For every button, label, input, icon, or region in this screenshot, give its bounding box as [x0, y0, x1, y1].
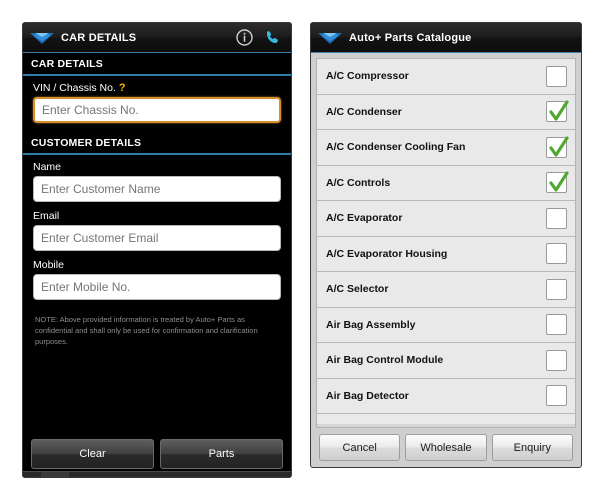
mobile-field-block: Mobile — [23, 253, 291, 302]
name-label: Name — [33, 161, 62, 173]
phone-call-icon[interactable] — [263, 29, 281, 47]
cancel-button[interactable]: Cancel — [319, 434, 401, 461]
list-item[interactable]: A/C Condenser — [317, 94, 575, 130]
left-titlebar-actions — [235, 29, 285, 47]
left-phone-screen: CAR DETAILS CAR DETAILS VIN / Chassis No… — [22, 22, 292, 478]
left-body-spacer — [23, 347, 291, 433]
list-item-label: Air Bag Detector — [326, 389, 409, 402]
vin-label: VIN / Chassis No. — [33, 82, 116, 94]
wholesale-button[interactable]: Wholesale — [405, 434, 487, 461]
list-item[interactable]: Air Bag Control Module — [317, 343, 575, 379]
list-item[interactable]: A/C Condenser Cooling Fan — [317, 130, 575, 166]
right-button-bar: Cancel Wholesale Enquiry — [316, 428, 576, 467]
checkbox-unchecked[interactable] — [546, 349, 567, 371]
clear-button[interactable]: Clear — [31, 439, 154, 469]
info-icon[interactable] — [235, 29, 253, 47]
checkbox-unchecked[interactable] — [546, 207, 567, 229]
checkmark-icon — [549, 100, 569, 121]
bottom-edge-bar — [23, 471, 291, 477]
vin-label-row: VIN / Chassis No. ? — [33, 82, 281, 94]
list-item-label: A/C Evaporator Housing — [326, 247, 448, 260]
checkbox-checked[interactable] — [546, 136, 569, 158]
list-item-label: Air Bag Control Module — [326, 354, 444, 367]
list-item[interactable]: A/C Evaporator Housing — [317, 236, 575, 272]
right-titlebar: Auto+ Parts Catalogue — [311, 23, 581, 53]
name-field-block: Name — [23, 155, 291, 204]
checkbox-unchecked[interactable] — [546, 385, 567, 407]
diamond-car-logo-icon — [317, 29, 343, 47]
right-title-text: Auto+ Parts Catalogue — [349, 31, 472, 44]
list-item-label: A/C Condenser — [326, 105, 402, 118]
list-item[interactable]: A/C Evaporator — [317, 201, 575, 237]
mobile-label: Mobile — [33, 259, 64, 271]
left-titlebar: CAR DETAILS — [23, 23, 291, 53]
checkmark-icon — [549, 171, 569, 192]
vin-input[interactable] — [33, 97, 281, 123]
enquiry-button[interactable]: Enquiry — [491, 434, 573, 461]
list-item-label: A/C Condenser Cooling Fan — [326, 141, 466, 154]
diamond-car-logo-icon — [29, 29, 55, 47]
checkbox-unchecked[interactable] — [546, 65, 567, 87]
customer-name-input[interactable] — [33, 176, 281, 202]
parts-catalogue-list[interactable]: A/C Compressor A/C Condenser A/C Condenser… — [316, 58, 576, 428]
list-item-label: A/C Controls — [326, 176, 391, 189]
list-item[interactable]: A/C Controls — [317, 165, 575, 201]
list-item[interactable]: Air Bag Detector — [317, 378, 575, 414]
bottom-edge-tab — [41, 472, 69, 477]
list-item-label: Air Bag Assembly — [326, 318, 416, 331]
email-label: Email — [33, 210, 60, 222]
left-phone-body: CAR DETAILS VIN / Chassis No. ? CUSTOMER… — [23, 53, 291, 477]
privacy-note: NOTE: Above provided information is trea… — [35, 315, 258, 346]
list-item[interactable]: A/C Selector — [317, 272, 575, 308]
parts-button[interactable]: Parts — [160, 439, 283, 469]
screenshot-root: CAR DETAILS CAR DETAILS VIN / Chassis No… — [0, 0, 603, 500]
list-item[interactable]: Air Bag Assembly — [317, 307, 575, 343]
list-item-label: A/C Selector — [326, 283, 389, 296]
list-item[interactable]: A/C Compressor — [317, 59, 575, 95]
checkbox-checked[interactable] — [546, 100, 569, 123]
left-title-text: CAR DETAILS — [61, 31, 137, 44]
help-question-icon[interactable]: ? — [119, 82, 126, 94]
list-item-label: A/C Evaporator — [326, 212, 403, 225]
checkbox-unchecked[interactable] — [546, 314, 567, 336]
list-item-partial[interactable] — [317, 414, 575, 424]
checkbox-unchecked[interactable] — [546, 278, 567, 300]
email-field-block: Email — [23, 204, 291, 253]
vin-field-block: VIN / Chassis No. ? — [23, 76, 291, 125]
customer-email-input[interactable] — [33, 225, 281, 251]
right-phone-body: A/C Compressor A/C Condenser A/C Condenser… — [311, 53, 581, 467]
customer-mobile-input[interactable] — [33, 274, 281, 300]
checkbox-unchecked[interactable] — [546, 243, 567, 265]
list-item-label: A/C Compressor — [326, 70, 409, 83]
section-header-customer-details: CUSTOMER DETAILS — [23, 132, 291, 155]
checkmark-icon — [549, 136, 569, 157]
right-phone-screen: Auto+ Parts Catalogue A/C Compressor A/C … — [310, 22, 582, 468]
checkbox-checked[interactable] — [546, 171, 569, 194]
section-header-car-details: CAR DETAILS — [23, 53, 291, 76]
